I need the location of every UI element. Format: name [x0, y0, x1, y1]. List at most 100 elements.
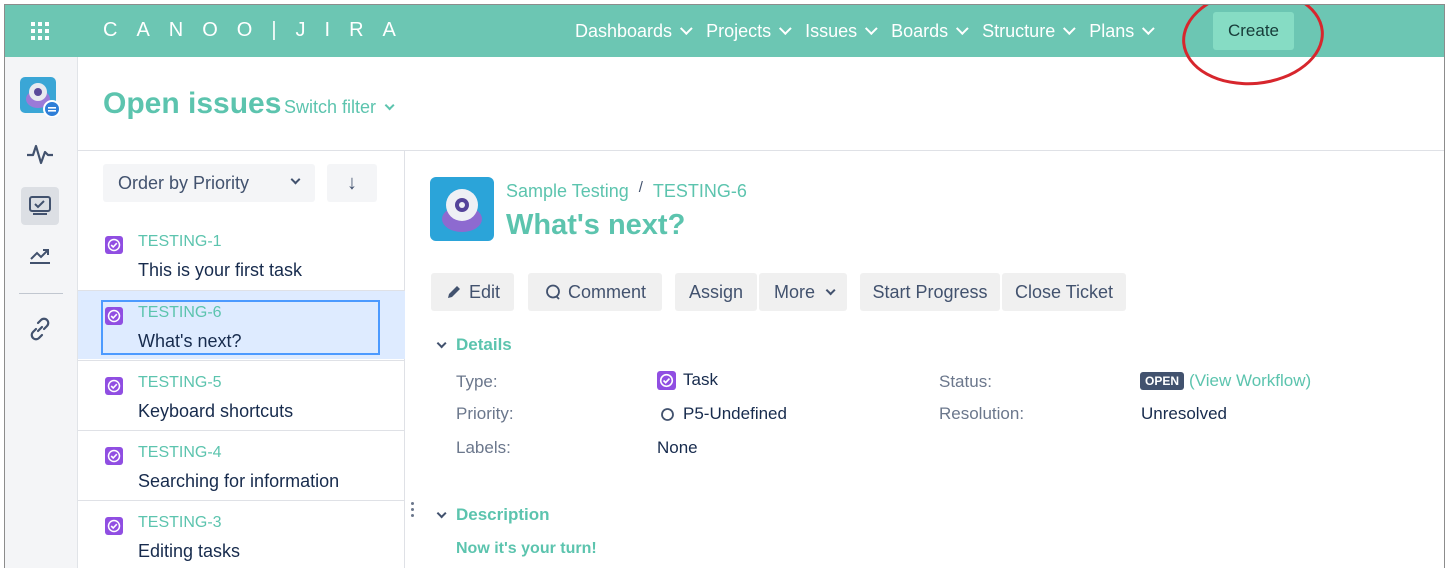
- type-value-text: Task: [683, 370, 718, 389]
- chevron-down-icon: [865, 21, 878, 35]
- nav-item-boards[interactable]: Boards: [882, 21, 973, 42]
- sort-direction-button[interactable]: ↓: [327, 164, 377, 202]
- edit-button[interactable]: Edit: [431, 273, 514, 311]
- issue-list-item-selected[interactable]: TESTING-6 What's next?: [78, 290, 405, 359]
- pencil-icon: [447, 286, 460, 298]
- nav-item-label: Issues: [805, 20, 858, 41]
- project-avatar-icon: [430, 177, 494, 241]
- chevron-down-icon: [680, 21, 693, 35]
- resolution-label: Resolution:: [939, 404, 1025, 423]
- assign-button[interactable]: Assign: [675, 273, 757, 311]
- issue-key: TESTING-6: [138, 304, 222, 321]
- resolution-value: Unresolved: [1141, 404, 1227, 423]
- breadcrumb-project-link[interactable]: Sample Testing: [506, 181, 629, 202]
- nav-item-issues[interactable]: Issues: [796, 21, 882, 42]
- view-workflow-paren-close: ): [1305, 371, 1312, 390]
- breadcrumb-separator: /: [638, 179, 643, 196]
- view-workflow-link[interactable]: View Workflow: [1195, 371, 1306, 391]
- nav-item-plans[interactable]: Plans: [1080, 21, 1159, 42]
- issue-list-item[interactable]: TESTING-3 Editing tasks: [78, 500, 405, 568]
- link-icon[interactable]: [25, 314, 55, 344]
- priority-circle-icon: [661, 407, 674, 421]
- task-type-icon: [105, 307, 123, 325]
- chevron-down-icon: [436, 507, 447, 518]
- chevron-down-icon: [1063, 21, 1076, 35]
- nav-item-dashboards[interactable]: Dashboards: [566, 21, 697, 42]
- issue-key: TESTING-5: [138, 374, 222, 391]
- type-label: Type:: [456, 372, 498, 391]
- nav-item-label: Dashboards: [575, 20, 673, 41]
- description-heading: Description: [456, 505, 550, 524]
- app-window: CANOO|JIRA Dashboards Projects Issues Bo…: [4, 4, 1445, 568]
- description-text: Now it's your turn!: [456, 540, 597, 557]
- switch-filter-dropdown[interactable]: Switch filter: [284, 97, 395, 118]
- nav-item-projects[interactable]: Projects: [697, 21, 796, 42]
- project-avatar-icon[interactable]: [20, 77, 60, 117]
- issue-list-item[interactable]: TESTING-4 Searching for information: [78, 430, 405, 499]
- more-button-label: More: [773, 281, 815, 302]
- type-value: Task: [657, 370, 718, 390]
- chevron-down-icon: [290, 174, 301, 185]
- issue-list-item[interactable]: TESTING-5 Keyboard shortcuts: [78, 360, 405, 429]
- activity-icon[interactable]: [25, 139, 55, 169]
- nav-item-label: Structure: [982, 20, 1056, 41]
- panel-resize-handle[interactable]: [411, 502, 414, 520]
- priority-value-text: P5-Undefined: [683, 404, 787, 423]
- chevron-down-icon: [825, 284, 836, 295]
- status-label: Status:: [939, 372, 992, 391]
- chevron-down-icon: [1142, 21, 1155, 35]
- start-progress-button[interactable]: Start Progress: [860, 273, 1000, 311]
- issue-key: TESTING-4: [138, 444, 222, 461]
- reports-icon[interactable]: [25, 240, 55, 270]
- project-sidebar: [5, 57, 78, 568]
- comment-button-label: Comment: [567, 281, 647, 302]
- breadcrumb: Sample Testing / TESTING-6: [506, 179, 747, 202]
- chevron-down-icon: [436, 337, 447, 348]
- app-switcher-icon[interactable]: [31, 22, 49, 40]
- issue-summary: Searching for information: [138, 471, 340, 491]
- more-actions-button[interactable]: More: [759, 273, 847, 311]
- order-by-select[interactable]: Order by Priority: [103, 164, 315, 202]
- status-badge: OPEN: [1140, 372, 1185, 390]
- issue-title[interactable]: What's next?: [506, 209, 685, 242]
- switch-filter-label: Switch filter: [284, 97, 377, 117]
- site-logo[interactable]: CANOO|JIRA: [103, 19, 415, 42]
- issue-key: TESTING-1: [138, 233, 222, 250]
- issue-list-panel: Order by Priority ↓ TESTING-1 This is yo…: [78, 151, 405, 568]
- issues-icon[interactable]: [21, 187, 59, 225]
- comment-button[interactable]: Comment: [528, 273, 662, 311]
- issue-summary: What's next?: [138, 331, 242, 351]
- task-type-icon: [105, 377, 123, 395]
- close-ticket-button[interactable]: Close Ticket: [1002, 273, 1126, 311]
- issue-key: TESTING-3: [138, 514, 222, 531]
- issue-summary: Keyboard shortcuts: [138, 401, 294, 421]
- details-heading: Details: [456, 335, 512, 354]
- breadcrumb-issue-key-link[interactable]: TESTING-6: [653, 181, 747, 202]
- issue-summary: This is your first task: [138, 260, 303, 280]
- chevron-down-icon: [779, 21, 792, 35]
- arrow-down-icon: ↓: [347, 171, 357, 194]
- task-type-icon: [105, 447, 123, 465]
- nav-item-label: Boards: [891, 20, 949, 41]
- nav-menu: Dashboards Projects Issues Boards Struct…: [566, 5, 1159, 57]
- issue-list-item[interactable]: TESTING-1 This is your first task: [78, 220, 405, 289]
- chevron-down-icon: [384, 100, 395, 111]
- nav-item-label: Plans: [1089, 20, 1135, 41]
- comment-icon: [546, 284, 560, 300]
- task-type-icon: [105, 236, 123, 254]
- description-section-toggle[interactable]: Description: [433, 505, 550, 525]
- priority-value: P5-Undefined: [660, 404, 787, 424]
- labels-label: Labels:: [456, 438, 511, 457]
- task-type-icon: [105, 517, 123, 535]
- page-title: Open issues: [103, 87, 282, 120]
- chevron-down-icon: [956, 21, 969, 35]
- order-by-label: Order by Priority: [118, 172, 250, 193]
- details-section-toggle[interactable]: Details: [433, 335, 512, 355]
- nav-item-label: Projects: [706, 20, 772, 41]
- top-navigation-bar: CANOO|JIRA Dashboards Projects Issues Bo…: [5, 5, 1444, 57]
- issue-summary: Editing tasks: [138, 541, 241, 561]
- status-value: OPEN (View Workflow): [1140, 371, 1311, 391]
- labels-value: None: [657, 438, 698, 457]
- create-button[interactable]: Create: [1213, 12, 1294, 50]
- nav-item-structure[interactable]: Structure: [973, 21, 1080, 42]
